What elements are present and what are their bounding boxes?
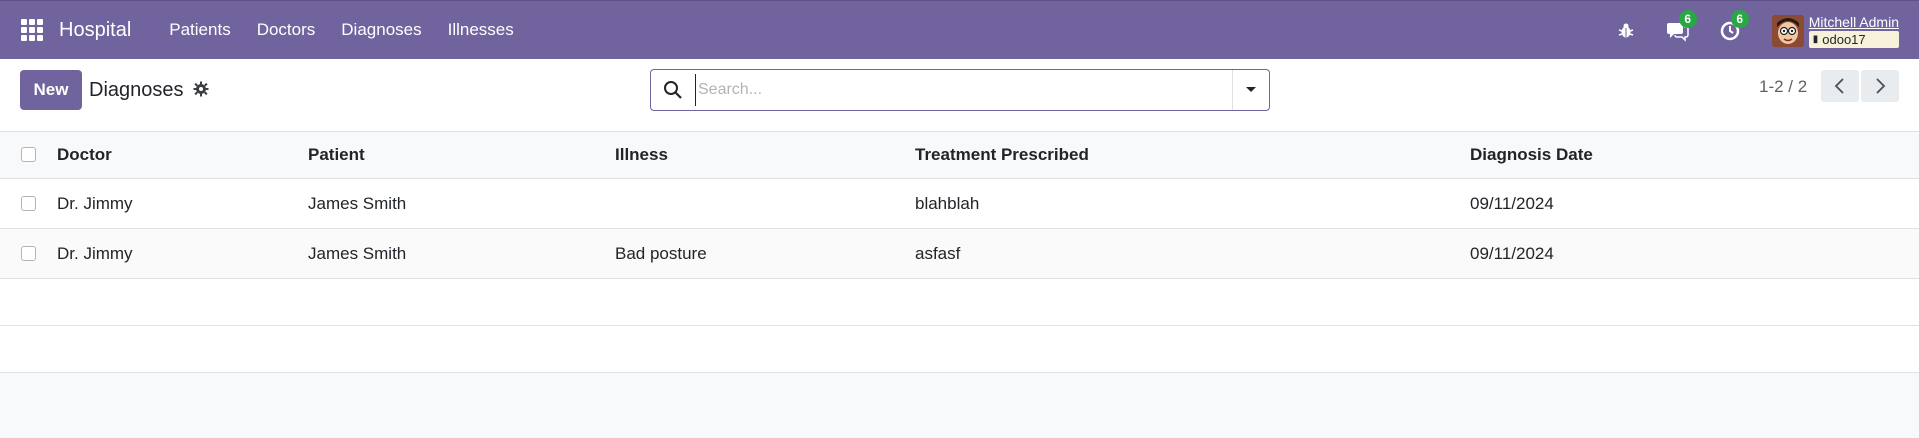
empty-row	[0, 279, 1919, 326]
messages-chat-icon[interactable]: 6	[1666, 9, 1697, 43]
control-panel: New Diagnoses Search... 1-2 / 2	[0, 59, 1919, 132]
gear-icon[interactable]	[193, 81, 209, 102]
cell-doctor: Dr. Jimmy	[57, 243, 133, 263]
debug-bug-icon[interactable]	[1614, 19, 1638, 43]
user-avatar[interactable]	[1771, 14, 1804, 47]
database-badge: ▮ odoo17	[1808, 30, 1899, 48]
menu-item-doctors[interactable]: Doctors	[257, 20, 316, 40]
list-view: Doctor Patient Illness Treatment Prescri…	[0, 132, 1919, 373]
pager-previous-button[interactable]	[1821, 70, 1859, 102]
search-input[interactable]	[695, 74, 1220, 106]
table-row[interactable]: Dr. Jimmy James Smith blahblah 09/11/202…	[0, 179, 1919, 229]
systray: 6 6 Mitchell Admin ▮ odoo17	[1586, 1, 1899, 60]
menu-item-diagnoses[interactable]: Diagnoses	[341, 20, 421, 40]
search-options-toggle[interactable]	[1232, 70, 1269, 110]
chevron-right-icon	[1876, 78, 1886, 94]
menu-item-illnesses[interactable]: Illnesses	[448, 20, 514, 40]
menu-item-patients[interactable]: Patients	[169, 20, 230, 40]
search-bar	[650, 69, 1270, 111]
column-header-illness[interactable]: Illness	[615, 132, 668, 178]
table-row[interactable]: Dr. Jimmy James Smith Bad posture asfasf…	[0, 229, 1919, 279]
app-brand[interactable]: Hospital	[59, 19, 131, 42]
top-navbar: Hospital Patients Doctors Diagnoses Illn…	[0, 0, 1919, 59]
apps-menu-icon[interactable]	[21, 19, 43, 41]
activities-count-badge: 6	[1730, 9, 1749, 28]
cell-doctor: Dr. Jimmy	[57, 193, 133, 213]
page-title: Diagnoses	[89, 79, 184, 101]
chevron-left-icon	[1834, 78, 1844, 94]
cell-treatment: asfasf	[915, 243, 961, 263]
cell-treatment: blahblah	[915, 193, 980, 213]
cell-illness: Bad posture	[615, 243, 707, 263]
cell-patient: James Smith	[308, 243, 407, 263]
caret-down-icon	[1246, 87, 1256, 92]
new-button[interactable]: New	[20, 70, 82, 110]
cell-diagnosis-date: 09/11/2024	[1470, 243, 1554, 263]
pager-next-button[interactable]	[1861, 70, 1899, 102]
row-checkbox[interactable]	[21, 245, 36, 261]
search-icon	[663, 80, 683, 100]
column-header-diagnosis-date[interactable]: Diagnosis Date	[1470, 132, 1593, 178]
table-header: Doctor Patient Illness Treatment Prescri…	[0, 132, 1919, 179]
empty-row	[0, 326, 1919, 373]
user-menu[interactable]: Mitchell Admin ▮ odoo17	[1808, 14, 1899, 48]
database-icon: ▮	[1812, 33, 1819, 45]
row-checkbox[interactable]	[21, 195, 36, 211]
user-name[interactable]: Mitchell Admin	[1809, 14, 1899, 30]
activities-clock-icon[interactable]: 6	[1718, 9, 1749, 43]
column-header-treatment[interactable]: Treatment Prescribed	[915, 132, 1089, 178]
column-header-patient[interactable]: Patient	[308, 132, 365, 178]
select-all-checkbox[interactable]	[21, 147, 36, 162]
cell-diagnosis-date: 09/11/2024	[1470, 193, 1554, 213]
database-name: odoo17	[1822, 31, 1866, 47]
pager-value[interactable]: 1-2 / 2	[1759, 77, 1807, 97]
messages-count-badge: 6	[1678, 9, 1697, 28]
cell-patient: James Smith	[308, 193, 407, 213]
column-header-doctor[interactable]: Doctor	[57, 132, 112, 178]
